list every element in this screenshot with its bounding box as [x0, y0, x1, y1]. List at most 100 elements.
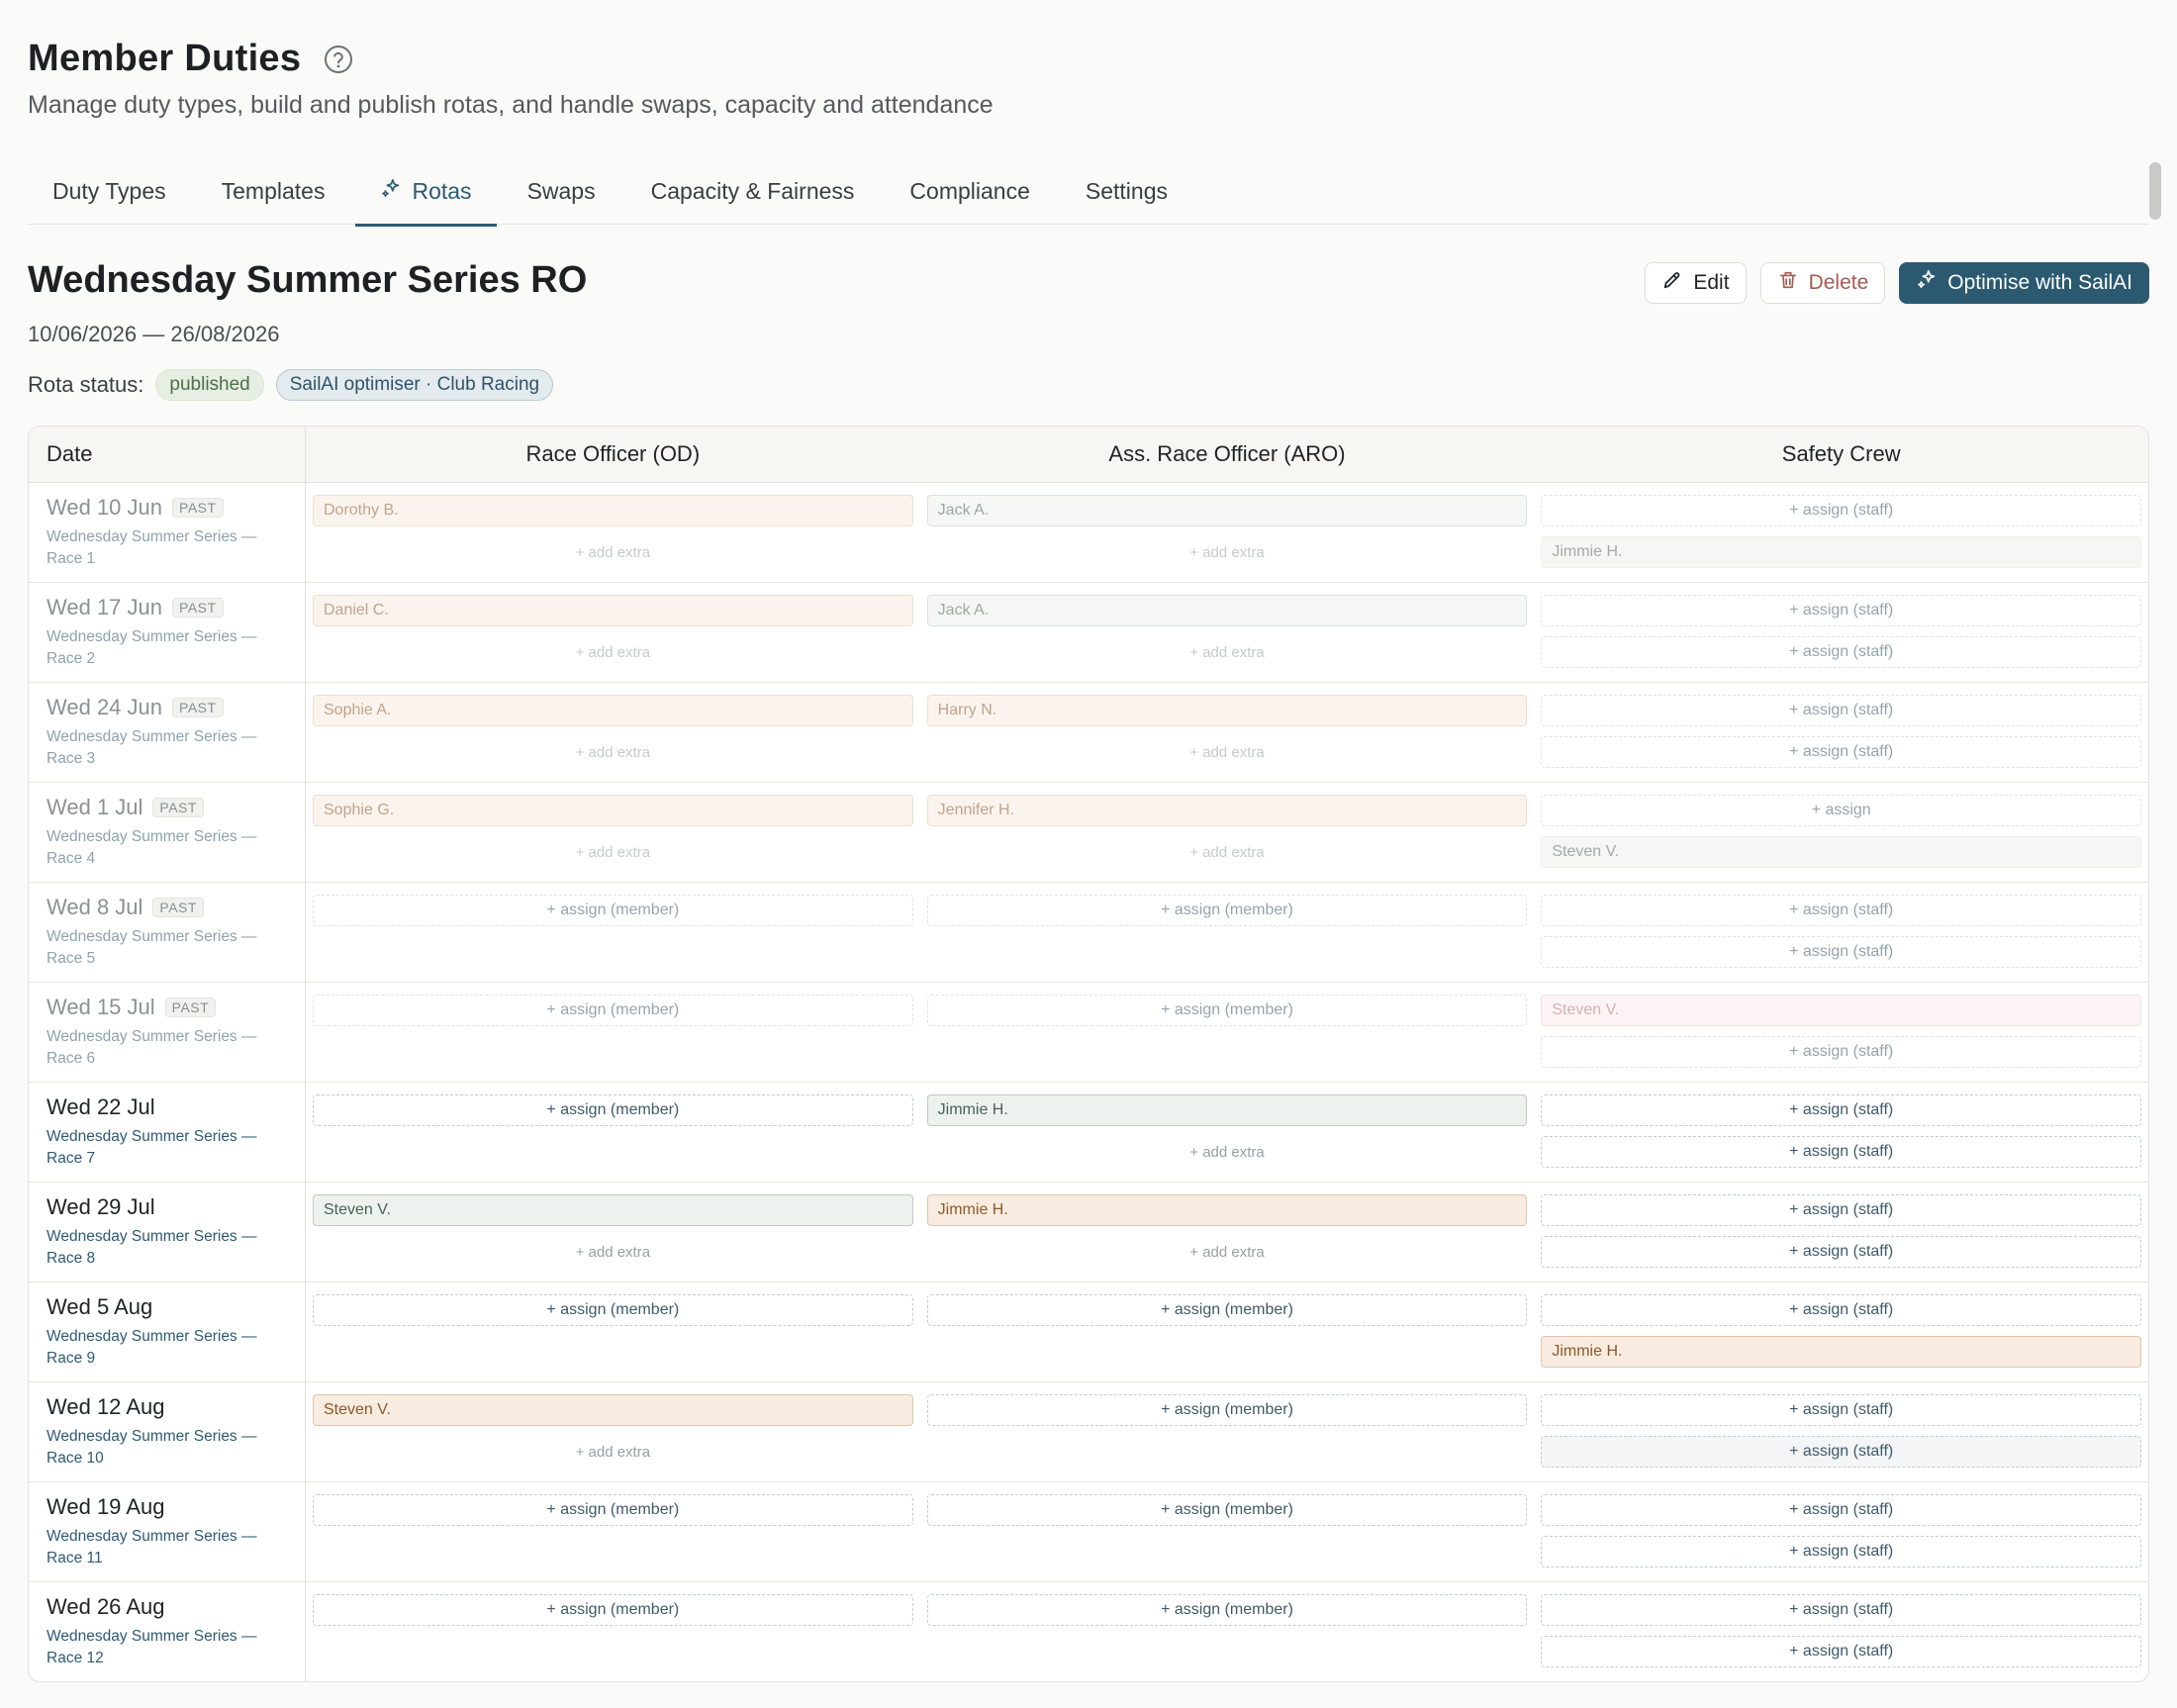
date-cell: Wed 8 Jul PAST Wednesday Summer Series — Ra…: [29, 883, 306, 982]
tabs-scrollbar[interactable]: [2149, 162, 2161, 220]
tab-label: Capacity & Fairness: [650, 178, 855, 204]
assigned-member-chip[interactable]: Jennifer H.: [926, 795, 1528, 826]
tab-label: Templates: [221, 178, 326, 204]
tab-rotas[interactable]: Rotas: [355, 158, 497, 227]
safety-cell: + assign (staff) + assign (staff): [1534, 1382, 2148, 1481]
add-extra-button[interactable]: + add extra: [313, 636, 913, 668]
tab-settings[interactable]: Settings: [1061, 158, 1192, 225]
tab-templates[interactable]: Templates: [197, 158, 350, 225]
past-tag: PAST: [172, 698, 224, 717]
add-extra-button[interactable]: + add extra: [313, 536, 913, 568]
assign-slot-button[interactable]: + assign (member): [313, 1494, 913, 1526]
assign-slot-button[interactable]: + assign (staff): [1541, 1094, 2142, 1126]
past-tag: PAST: [164, 997, 217, 1017]
assign-slot-button[interactable]: + assign (member): [313, 1094, 913, 1126]
assign-slot-button[interactable]: + assign (member): [313, 1294, 913, 1326]
assign-slot-button[interactable]: + assign (staff): [1541, 895, 2142, 926]
assign-slot-button[interactable]: + assign (staff): [1541, 495, 2142, 526]
assign-slot-button[interactable]: + assign (staff): [1541, 936, 2142, 968]
add-extra-button[interactable]: + add extra: [927, 536, 1528, 568]
page-header: Member Duties: [28, 38, 354, 80]
assigned-member-chip[interactable]: Steven V.: [313, 1394, 913, 1426]
assigned-member-chip[interactable]: Sophie A.: [313, 695, 913, 726]
rota-status-label: Rota status:: [28, 372, 144, 397]
rota-grid: Date Race Officer (OD) Ass. Race Officer…: [28, 426, 2149, 1682]
table-row: Wed 8 Jul PAST Wednesday Summer Series — Ra…: [29, 883, 2148, 983]
add-extra-button[interactable]: + add extra: [313, 836, 913, 868]
tab-swaps[interactable]: Swaps: [503, 158, 620, 225]
assign-slot-button[interactable]: + assign (staff): [1541, 1436, 2142, 1468]
help-icon[interactable]: [323, 44, 354, 75]
assign-slot-button[interactable]: + assign (staff): [1541, 1394, 2142, 1426]
assigned-member-chip[interactable]: Harry N.: [926, 695, 1528, 726]
add-extra-button[interactable]: + add extra: [313, 736, 913, 768]
assign-slot-button[interactable]: + assign (staff): [1541, 636, 2142, 668]
assign-slot-button[interactable]: + assign (staff): [1541, 1194, 2142, 1226]
assigned-member-chip[interactable]: Jack A.: [926, 495, 1528, 526]
assign-slot-button[interactable]: + assign (member): [926, 895, 1528, 926]
add-extra-button[interactable]: + add extra: [927, 1136, 1528, 1168]
delete-button[interactable]: Delete: [1759, 262, 1886, 304]
assign-slot-button[interactable]: + assign (staff): [1541, 1036, 2142, 1068]
assign-slot-button[interactable]: + assign (member): [926, 1394, 1528, 1426]
safety-cell: + assign (staff) + assign (staff): [1534, 1183, 2148, 1281]
assigned-member-chip[interactable]: Steven V.: [1541, 836, 2142, 868]
add-extra-button[interactable]: + add extra: [927, 636, 1528, 668]
row-date: Wed 22 Jul: [47, 1094, 155, 1119]
date-line: Wed 19 Aug: [47, 1494, 305, 1520]
assigned-member-chip[interactable]: Jimmie H.: [926, 1094, 1528, 1126]
assign-slot-button[interactable]: + assign (member): [313, 1594, 913, 1626]
assign-slot-button[interactable]: + assign (member): [926, 1494, 1528, 1526]
add-extra-button[interactable]: + add extra: [313, 1436, 913, 1468]
tab-label: Rotas: [412, 178, 472, 204]
assigned-member-chip[interactable]: Dorothy B.: [313, 495, 913, 526]
role-cells: + assign (member) Jimmie H. + add extra + a…: [306, 1083, 2148, 1182]
assign-slot-button[interactable]: + assign (staff): [1541, 1294, 2142, 1326]
optimise-with-sailai-button[interactable]: Optimise with SailAI: [1899, 262, 2149, 304]
assigned-member-chip[interactable]: Steven V.: [313, 1194, 913, 1226]
edit-button[interactable]: Edit: [1645, 262, 1747, 304]
event-name: Wednesday Summer Series — Race 9: [47, 1326, 305, 1370]
assigned-member-chip[interactable]: Jimmie H.: [1541, 1336, 2142, 1368]
row-date: Wed 17 Jun: [47, 595, 163, 619]
assign-slot-button[interactable]: + assign (staff): [1541, 1594, 2142, 1626]
tab-compliance[interactable]: Compliance: [885, 158, 1054, 225]
aro-cell: Jimmie H. + add extra: [920, 1083, 1535, 1182]
assigned-member-chip[interactable]: Jack A.: [926, 595, 1528, 626]
column-header-od: Race Officer (OD): [525, 441, 701, 466]
event-series: Wednesday Summer Series —: [47, 828, 257, 845]
assign-slot-button[interactable]: + assign (member): [313, 995, 913, 1026]
assigned-member-chip[interactable]: Steven V.: [1541, 995, 2142, 1026]
tab-capacity-fairness[interactable]: Capacity & Fairness: [626, 158, 880, 225]
assigned-member-chip[interactable]: Sophie G.: [313, 795, 913, 826]
assign-slot-button[interactable]: + assign (member): [926, 1594, 1528, 1626]
assign-slot-button[interactable]: + assign (member): [926, 995, 1528, 1026]
role-cells: + assign (member) + assign (member) + assi…: [306, 1582, 2148, 1681]
assigned-member-chip[interactable]: Jimmie H.: [926, 1194, 1528, 1226]
role-cells: + assign (member) + assign (member) + assi…: [306, 1482, 2148, 1581]
assign-slot-button[interactable]: + assign (staff): [1541, 1494, 2142, 1526]
assign-slot-button[interactable]: + assign (staff): [1541, 695, 2142, 726]
event-race: Race 6: [47, 1050, 96, 1067]
add-extra-button[interactable]: + add extra: [313, 1236, 913, 1268]
assign-slot-button[interactable]: + assign (member): [313, 895, 913, 926]
add-extra-button[interactable]: + add extra: [927, 836, 1528, 868]
assign-slot-button[interactable]: + assign (member): [926, 1294, 1528, 1326]
event-race: Race 3: [47, 750, 96, 767]
assign-slot-button[interactable]: + assign: [1541, 795, 2142, 826]
add-extra-button[interactable]: + add extra: [927, 736, 1528, 768]
assign-slot-button[interactable]: + assign (staff): [1541, 1536, 2142, 1567]
tab-label: Compliance: [909, 178, 1030, 204]
event-series: Wednesday Summer Series —: [47, 1428, 257, 1445]
assign-slot-button[interactable]: + assign (staff): [1541, 595, 2142, 626]
safety-cell: + assign (staff) + assign (staff): [1534, 683, 2148, 782]
assigned-member-chip[interactable]: Daniel C.: [313, 595, 913, 626]
assign-slot-button[interactable]: + assign (staff): [1541, 1636, 2142, 1667]
assigned-member-chip[interactable]: Jimmie H.: [1541, 536, 2142, 568]
add-extra-button[interactable]: + add extra: [927, 1236, 1528, 1268]
date-cell: Wed 29 Jul Wednesday Summer Series — Race …: [29, 1183, 306, 1281]
tab-duty-types[interactable]: Duty Types: [28, 158, 191, 225]
assign-slot-button[interactable]: + assign (staff): [1541, 1236, 2142, 1268]
assign-slot-button[interactable]: + assign (staff): [1541, 736, 2142, 768]
assign-slot-button[interactable]: + assign (staff): [1541, 1136, 2142, 1168]
